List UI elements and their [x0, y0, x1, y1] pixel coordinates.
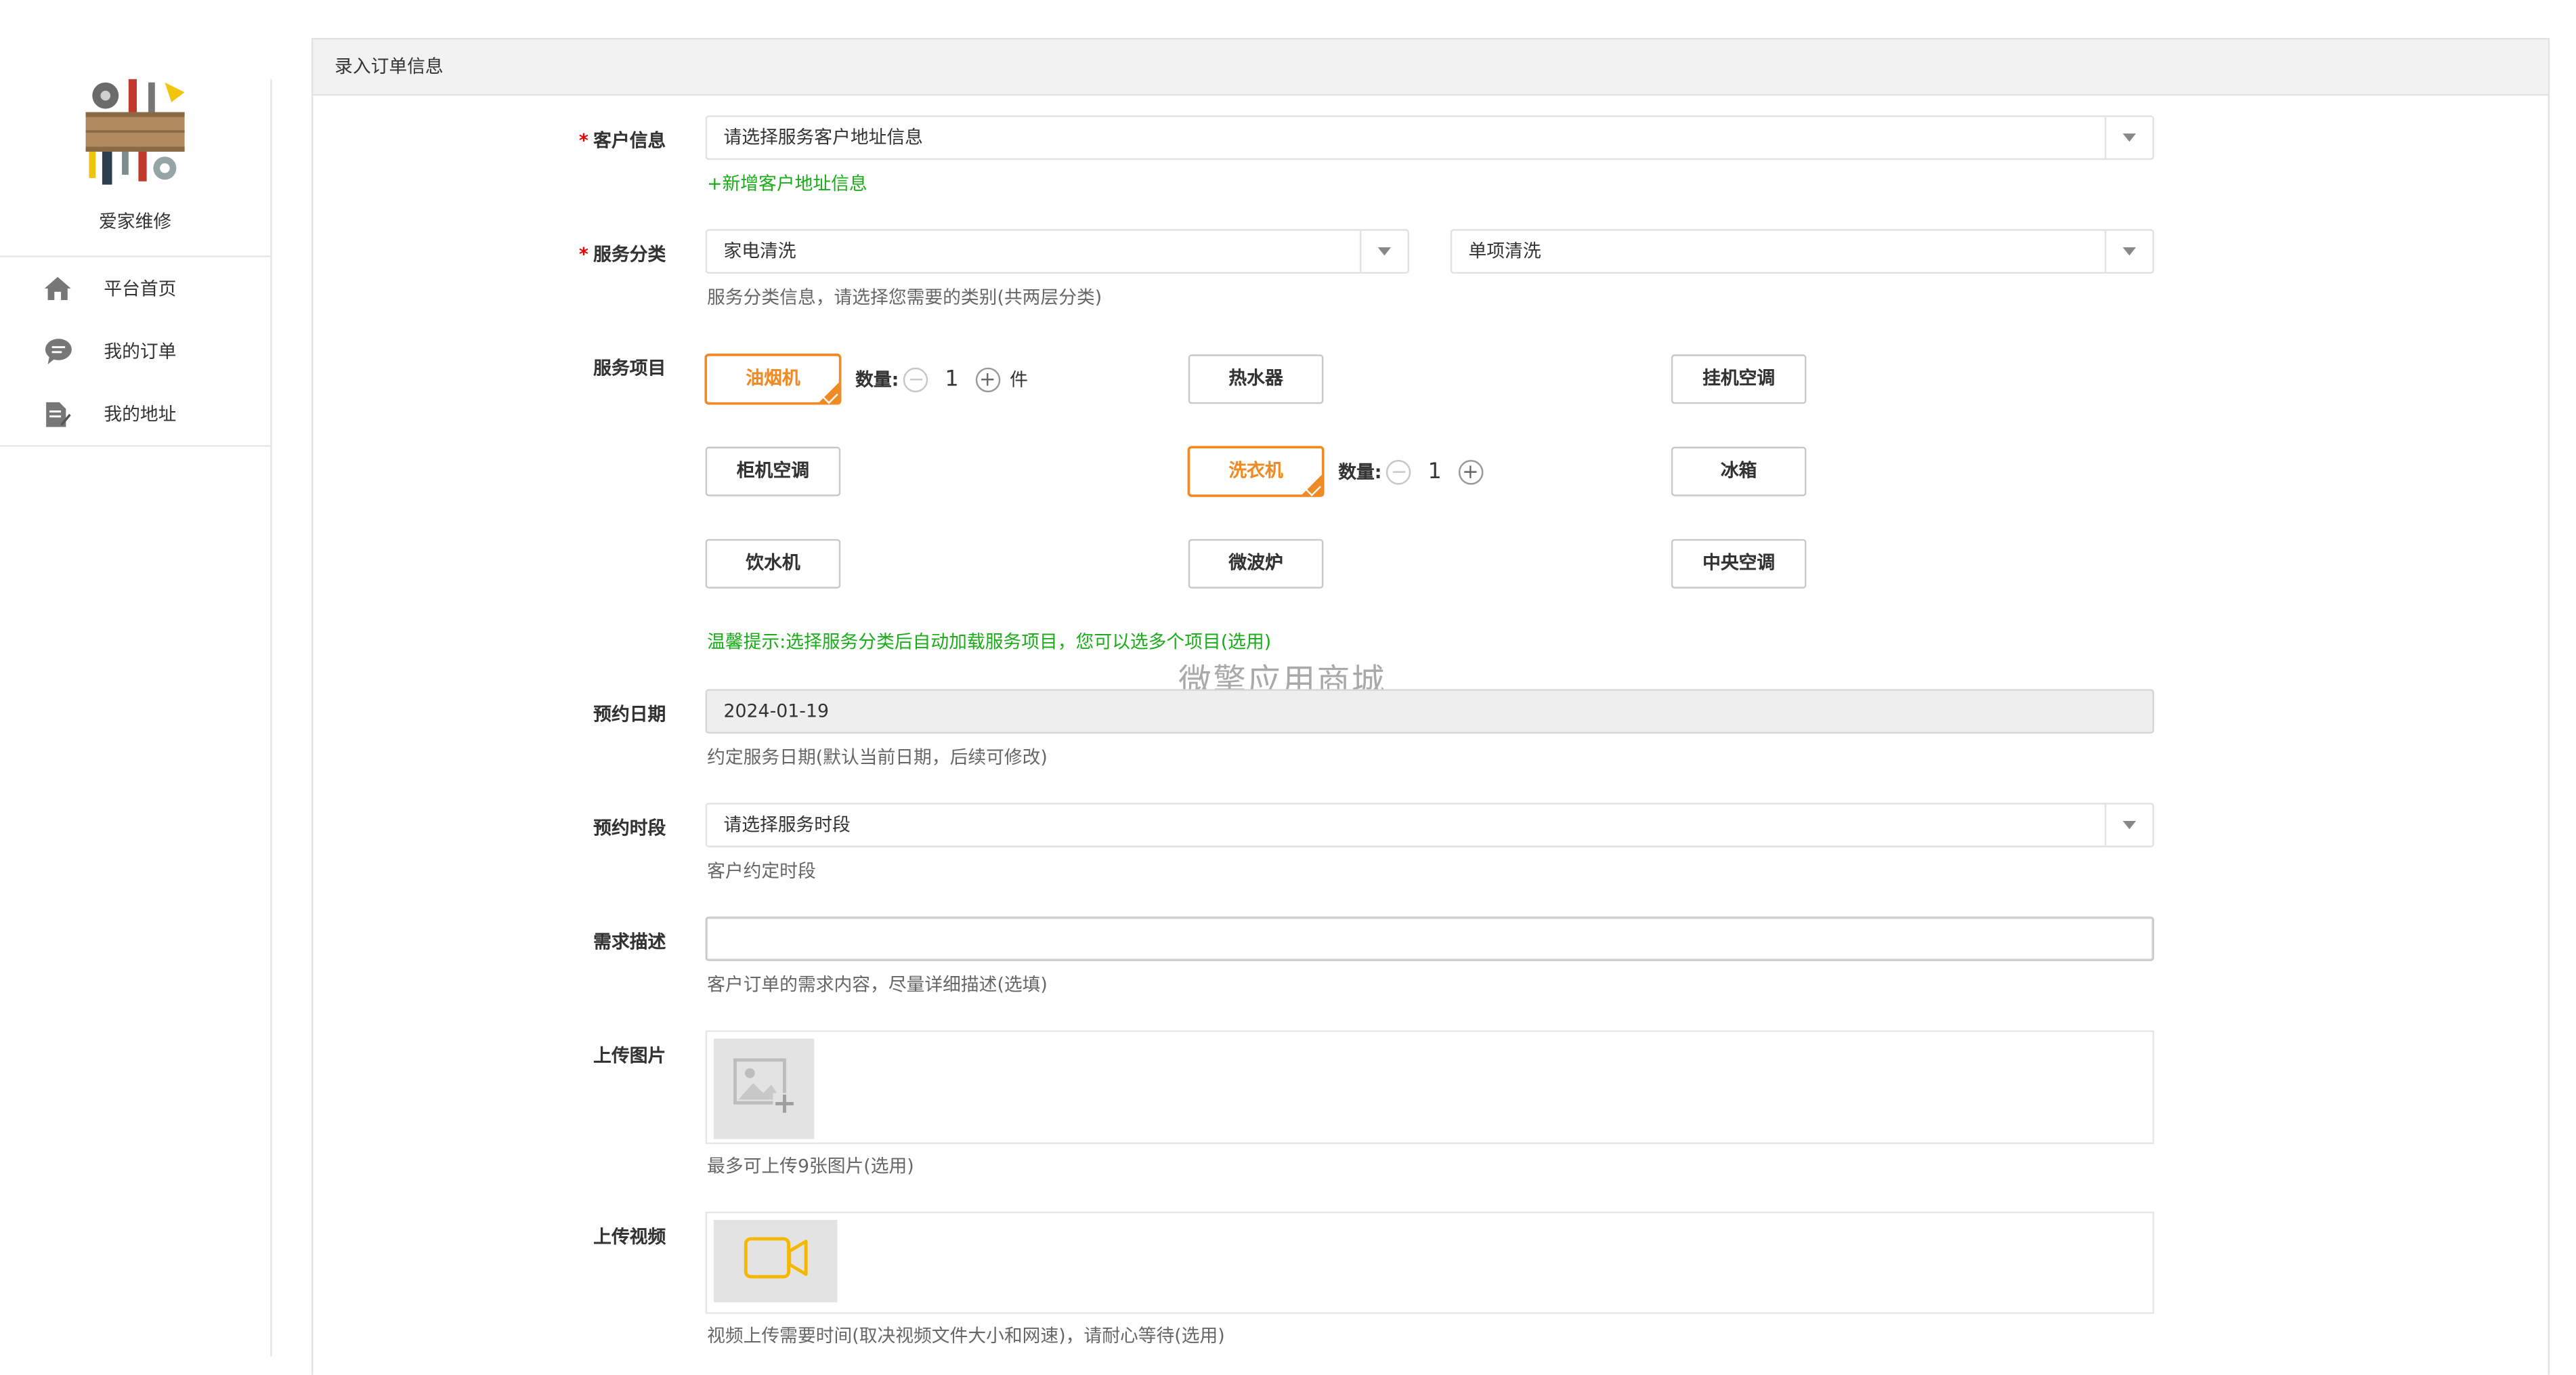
- minus-icon[interactable]: −: [1386, 459, 1412, 484]
- sidebar: 爱家维修 平台首页 我的订单 我的地址: [0, 0, 272, 1357]
- quantity-value: 1: [1427, 459, 1442, 484]
- service-item-water-dispenser[interactable]: 饮水机: [705, 538, 841, 589]
- minus-icon[interactable]: −: [903, 366, 929, 392]
- service-item-water-heater[interactable]: 热水器: [1188, 354, 1324, 404]
- sidebar-nav: 平台首页 我的订单 我的地址: [0, 255, 271, 447]
- sidebar-item-label: 我的地址: [104, 404, 177, 425]
- category-secondary-select[interactable]: 单项清洗: [1450, 229, 2154, 274]
- image-add-icon: [732, 1057, 796, 1120]
- service-item-range-hood[interactable]: 油烟机: [705, 354, 841, 404]
- category-primary-value: 家电清洗: [723, 240, 796, 262]
- category-hint: 服务分类信息，请选择您需要的类别(共两层分类): [707, 287, 1102, 309]
- category-label: * 服务分类: [578, 244, 666, 266]
- service-item-cabinet-ac[interactable]: 柜机空调: [705, 446, 841, 496]
- chevron-down-icon: [2104, 230, 2153, 272]
- video-camera-icon: [742, 1236, 808, 1286]
- sidebar-item-home[interactable]: 平台首页: [0, 257, 270, 320]
- image-upload-area: [705, 1030, 2154, 1145]
- chevron-down-icon: [2104, 117, 2153, 158]
- plus-icon[interactable]: +: [975, 366, 1000, 392]
- description-label: 需求描述: [593, 931, 666, 953]
- add-video-button[interactable]: [713, 1220, 838, 1303]
- description-hint: 客户订单的需求内容，尽量详细描述(选填): [707, 974, 1048, 996]
- required-mark: *: [578, 130, 588, 152]
- add-image-button[interactable]: [713, 1038, 815, 1139]
- panel-title: 录入订单信息: [313, 39, 2548, 96]
- items-tip: 温馨提示:选择服务分类后自动加载服务项目，您可以选多个项目(选用): [707, 631, 1272, 653]
- video-label: 上传视频: [593, 1226, 666, 1248]
- customer-select[interactable]: 请选择服务客户地址信息: [705, 115, 2154, 161]
- required-mark: *: [578, 244, 588, 266]
- video-upload-area: [705, 1211, 2154, 1314]
- video-hint: 视频上传需要时间(取决视频文件大小和网速)，请耐心等待(选用): [707, 1325, 1225, 1347]
- service-item-washing-machine[interactable]: 洗衣机: [1188, 446, 1324, 496]
- sidebar-item-label: 平台首页: [104, 278, 177, 300]
- plus-icon[interactable]: +: [1458, 459, 1483, 484]
- service-item-fridge[interactable]: 冰箱: [1671, 446, 1807, 496]
- timeslot-select-value: 请选择服务时段: [723, 814, 851, 836]
- chat-bubble-icon: [43, 336, 72, 366]
- images-hint: 最多可上传9张图片(选用): [707, 1156, 914, 1177]
- sidebar-item-address[interactable]: 我的地址: [0, 383, 270, 445]
- quantity-value: 1: [945, 366, 959, 392]
- service-item-microwave[interactable]: 微波炉: [1188, 538, 1324, 589]
- customer-select-value: 请选择服务客户地址信息: [723, 127, 923, 149]
- timeslot-hint: 客户约定时段: [707, 860, 816, 883]
- document-edit-icon: [43, 399, 72, 429]
- customer-label: * 客户信息: [578, 130, 666, 152]
- sidebar-item-label: 我的订单: [104, 341, 177, 363]
- date-field[interactable]: 2024-01-19: [705, 689, 2154, 734]
- category-secondary-value: 单项清洗: [1468, 240, 1541, 262]
- timeslot-label: 预约时段: [593, 818, 666, 839]
- description-input[interactable]: [705, 916, 2154, 961]
- quantity-label: 数量:: [855, 369, 899, 391]
- timeslot-select[interactable]: 请选择服务时段: [705, 803, 2154, 847]
- images-label: 上传图片: [593, 1045, 666, 1067]
- brand-logo: [79, 76, 191, 188]
- chevron-down-icon: [2104, 804, 2153, 846]
- quantity-stepper-range-hood: 数量: − 1 + 件: [855, 354, 1028, 404]
- date-label: 预约日期: [593, 704, 666, 725]
- items-label: 服务项目: [593, 358, 666, 379]
- home-icon: [43, 274, 72, 303]
- sidebar-divider: [270, 79, 272, 1357]
- sidebar-item-orders[interactable]: 我的订单: [0, 320, 270, 382]
- quantity-label: 数量:: [1338, 461, 1382, 484]
- add-address-link[interactable]: +新增客户地址信息: [707, 170, 867, 196]
- chevron-down-icon: [1359, 230, 1408, 272]
- category-primary-select[interactable]: 家电清洗: [705, 229, 1409, 274]
- service-item-central-ac[interactable]: 中央空调: [1671, 538, 1807, 589]
- quantity-unit: 件: [1010, 369, 1028, 391]
- service-item-wall-ac[interactable]: 挂机空调: [1671, 354, 1807, 404]
- brand-name: 爱家维修: [99, 211, 172, 233]
- date-hint: 约定服务日期(默认当前日期，后续可修改): [707, 746, 1048, 769]
- quantity-stepper-washing-machine: 数量: − 1 +: [1338, 447, 1483, 496]
